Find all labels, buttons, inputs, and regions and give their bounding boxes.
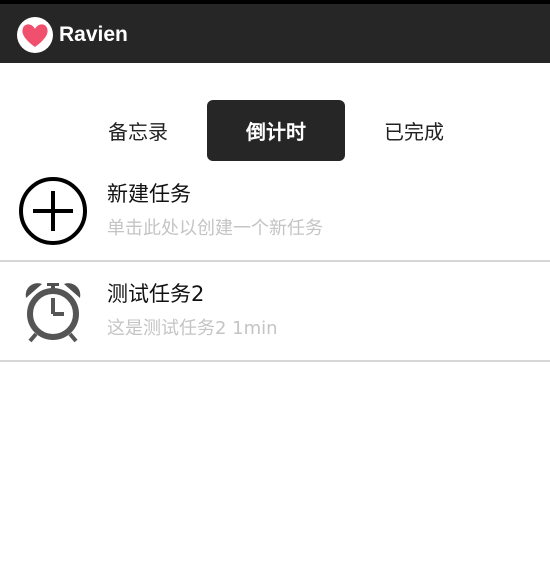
list-item-new-task[interactable]: 新建任务 单击此处以创建一个新任务 bbox=[0, 162, 550, 262]
list-item-subtitle: 这是测试任务2 1min bbox=[107, 318, 278, 339]
list-item-task[interactable]: 测试任务2 这是测试任务2 1min bbox=[0, 262, 550, 362]
add-circle-icon bbox=[18, 176, 88, 246]
list-item-title: 测试任务2 bbox=[107, 282, 205, 306]
tab-bar: 备忘录 倒计时 已完成 bbox=[0, 100, 550, 162]
heart-icon bbox=[17, 17, 53, 53]
list-item-subtitle: 单击此处以创建一个新任务 bbox=[107, 218, 323, 239]
app-title: Ravien bbox=[59, 23, 128, 46]
alarm-clock-icon bbox=[18, 276, 88, 346]
list-item-title: 新建任务 bbox=[107, 182, 191, 206]
tab-countdown[interactable]: 倒计时 bbox=[207, 100, 345, 161]
tab-memo[interactable]: 备忘录 bbox=[69, 100, 207, 161]
task-list: 新建任务 单击此处以创建一个新任务 测试任务2 这是测试任务2 1min bbox=[0, 162, 550, 362]
tab-completed[interactable]: 已完成 bbox=[345, 100, 483, 161]
app-bar: Ravien bbox=[0, 4, 550, 63]
